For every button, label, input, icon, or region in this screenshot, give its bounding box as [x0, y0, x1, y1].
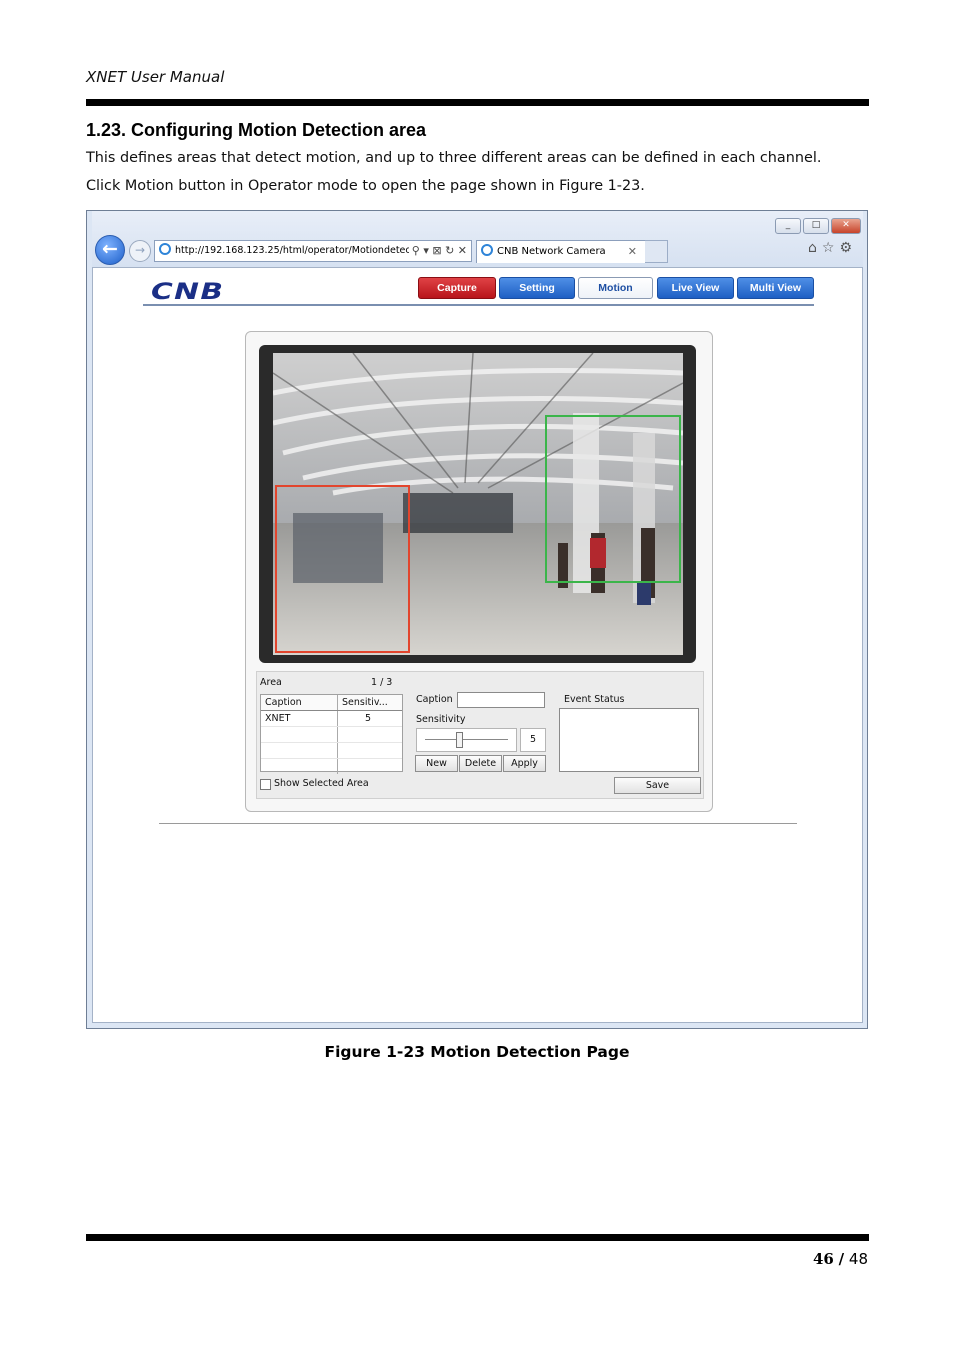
slider-track: [425, 739, 508, 740]
address-controls[interactable]: ⚲ ▾ ⊠ ↻ ✕: [408, 241, 467, 260]
page-total: 48: [848, 1250, 868, 1268]
paragraph-2: Click Motion button in Operator mode to …: [86, 178, 645, 194]
tab-title: CNB Network Camera: [497, 246, 606, 257]
nav-capture-button[interactable]: Capture: [418, 277, 496, 299]
forward-arrow-icon[interactable]: →: [129, 240, 151, 262]
sensitivity-label: Sensitivity: [416, 714, 466, 725]
nav-setting-button[interactable]: Setting: [499, 277, 575, 299]
close-window-button[interactable]: ✕: [831, 218, 861, 234]
new-button[interactable]: New: [415, 755, 458, 772]
page-divider: [159, 823, 797, 824]
sensitivity-slider[interactable]: [416, 728, 517, 752]
ie-logo-icon: [159, 243, 171, 255]
column-sensitivity[interactable]: Sensitiv...: [338, 695, 402, 710]
nav-live-view-button[interactable]: Live View: [657, 277, 734, 299]
document-header-title: XNET User Manual: [86, 68, 225, 86]
area-label: Area: [260, 677, 282, 688]
table-row[interactable]: [261, 759, 402, 774]
table-row[interactable]: XNET 5: [261, 711, 402, 727]
toolbar-icons[interactable]: ⌂☆⚙: [808, 240, 857, 256]
motion-zone-2[interactable]: [545, 415, 681, 583]
nav-motion-button[interactable]: Motion: [578, 277, 653, 299]
table-row[interactable]: [261, 743, 402, 759]
caption-input[interactable]: [457, 692, 545, 708]
row-caption: XNET: [261, 711, 338, 726]
figure-caption: Figure 1-23 Motion Detection Page: [324, 1043, 630, 1061]
back-arrow-icon[interactable]: ←: [95, 235, 125, 265]
motion-controls: Area 1 / 3 Caption Sensitiv... XNET 5 Ca…: [256, 671, 704, 799]
area-table[interactable]: Caption Sensitiv... XNET 5: [260, 694, 403, 774]
table-header: Caption Sensitiv...: [261, 695, 402, 711]
section-heading: 1.23. Configuring Motion Detection area: [86, 120, 427, 140]
delete-button[interactable]: Delete: [459, 755, 502, 772]
address-bar[interactable]: http://192.168.123.25/html/operator/Moti…: [154, 240, 472, 262]
video-frame: [259, 345, 696, 663]
motion-panel: Area 1 / 3 Caption Sensitiv... XNET 5 Ca…: [245, 331, 713, 812]
save-button[interactable]: Save: [614, 777, 701, 794]
new-tab-button[interactable]: [645, 240, 668, 263]
tab-close-icon[interactable]: ✕: [628, 241, 637, 262]
nav-multi-view-button[interactable]: Multi View: [737, 277, 814, 299]
sensitivity-value: 5: [520, 728, 546, 752]
caption-label: Caption: [416, 694, 453, 705]
page-number: 46 / 48: [700, 1250, 868, 1268]
event-status-label: Event Status: [564, 694, 625, 705]
cnb-logo: CNB: [151, 280, 225, 305]
table-row[interactable]: [261, 727, 402, 743]
area-counter: 1 / 3: [371, 677, 393, 688]
page-current: 46: [812, 1250, 834, 1268]
address-url: http://192.168.123.25/html/operator/Moti…: [175, 245, 417, 256]
motion-zone-1[interactable]: [275, 485, 410, 653]
nav-divider: [143, 304, 814, 306]
page-separator: /: [838, 1250, 845, 1268]
footer-rule: [86, 1234, 869, 1241]
row-sensitivity: 5: [365, 713, 372, 724]
show-selected-area-label: Show Selected Area: [274, 778, 369, 789]
slider-thumb[interactable]: [456, 732, 464, 748]
camera-view: [273, 353, 683, 655]
column-caption[interactable]: Caption: [261, 695, 338, 710]
browser-title-bar: _ □ ✕ ← → http://192.168.123.25/html/ope…: [92, 211, 863, 267]
minimize-button[interactable]: _: [775, 218, 801, 234]
show-selected-area-checkbox[interactable]: [260, 779, 271, 790]
apply-button[interactable]: Apply: [503, 755, 546, 772]
event-status-box: [559, 708, 699, 772]
paragraph-1: This defines areas that detect motion, a…: [86, 150, 822, 166]
web-page: CNB Capture Setting Motion Live View Mul…: [92, 267, 863, 1023]
header-rule: [86, 99, 869, 106]
browser-tab[interactable]: CNB Network Camera ✕: [476, 240, 646, 263]
ie-logo-icon: [481, 244, 493, 256]
figure-screenshot: _ □ ✕ ← → http://192.168.123.25/html/ope…: [86, 210, 868, 1029]
maximize-button[interactable]: □: [803, 218, 829, 234]
